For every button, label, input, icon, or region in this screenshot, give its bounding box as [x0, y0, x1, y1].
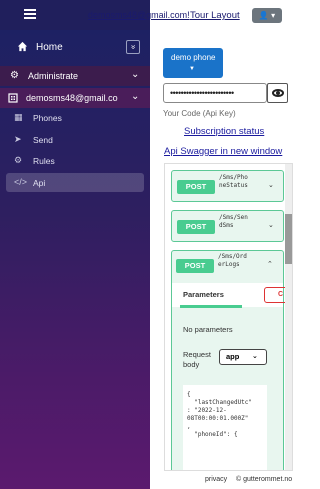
api-swagger-link[interactable]: Api Swagger in new window — [164, 146, 282, 157]
params-header: Parameters C — [172, 283, 288, 308]
chevron-down-icon: ⌄ — [131, 91, 140, 102]
user-menu-button[interactable]: 👤 ▾ — [252, 8, 282, 23]
collapse-sidebar-button[interactable]: » — [126, 40, 140, 54]
account-label: demosms48@gmail.co... — [26, 93, 118, 103]
chevron-down-icon: ⌄ — [131, 69, 140, 80]
chevron-down-icon: ⌄ — [252, 353, 258, 360]
caret-down-icon: ▼ — [189, 66, 195, 72]
chevron-double-down-icon: » — [128, 44, 138, 50]
privacy-link[interactable]: privacy — [205, 476, 227, 483]
sidebar-item-label: Api — [33, 178, 46, 188]
tour-layout-link[interactable]: Tour Layout — [190, 10, 240, 21]
request-body-editor[interactable]: { "lastChangedUtc" : "2022-12- 08T00:00:… — [183, 385, 267, 470]
tab-underline — [180, 305, 242, 308]
content-type-value: app — [226, 352, 240, 361]
gear-icon: ⚙ — [14, 155, 23, 165]
send-icon: ➤ — [14, 134, 22, 144]
home-icon — [17, 41, 28, 52]
sidebar-item-api[interactable]: </> Api — [6, 173, 144, 192]
top-navbar: demosms48@gmail.com! Tour Layout 👤 ▾ — [0, 0, 300, 30]
endpoint-path: /Sms/SendSms — [219, 214, 248, 229]
subscription-status-link[interactable]: Subscription status — [184, 126, 264, 137]
chevron-up-icon: ⌃ — [267, 261, 273, 268]
endpoint-path: /Sms/OrderLogs — [218, 253, 247, 268]
endpoint-path: /Sms/PhoneStatus — [219, 174, 248, 189]
sidebar-item-label: Send — [33, 135, 53, 145]
sidebar-home[interactable]: Home » — [0, 35, 150, 61]
sidebar-item-label: Rules — [33, 156, 55, 166]
no-parameters-text: No parameters — [183, 325, 233, 334]
endpoint-row[interactable]: POST /Sms/PhoneStatus ⌄ — [171, 170, 284, 202]
sidebar-item-account[interactable]: demosms48@gmail.co... ⌄ — [0, 88, 150, 108]
content-type-select[interactable]: app ⌄ — [219, 349, 267, 365]
request-body-label: Request body — [183, 350, 211, 369]
method-badge: POST — [177, 180, 215, 194]
api-key-field[interactable]: •••••••••••••••••••••••• — [163, 83, 267, 103]
grid-icon: ▦ — [14, 112, 23, 122]
sidebar-item-phones[interactable]: ▦ Phones — [6, 108, 144, 127]
chevron-down-icon: ⌄ — [268, 222, 274, 229]
home-label: Home — [36, 42, 63, 53]
sidebar-item-label: Phones — [33, 113, 62, 123]
sidebar-item-rules[interactable]: ⚙ Rules — [6, 151, 144, 170]
eye-pupil — [276, 91, 280, 95]
administrate-label: Administrate — [28, 71, 79, 81]
phone-select-label: demo phone — [171, 53, 216, 62]
endpoint-row[interactable]: POST /Sms/OrderLogs ⌃ — [171, 250, 284, 282]
swagger-frame: POST /Sms/PhoneStatus ⌄ POST /Sms/SendSm… — [164, 163, 293, 471]
hamburger-icon[interactable] — [24, 9, 36, 19]
phone-select-button[interactable]: demo phone ▼ — [163, 48, 223, 78]
sidebar: Home » ⚙ Administrate ⌄ demosms48@gmail.… — [0, 30, 150, 489]
method-badge: POST — [176, 259, 214, 273]
gear-icon: ⚙ — [10, 70, 19, 81]
chevron-down-icon: ⌄ — [268, 182, 274, 189]
expanded-endpoint: POST /Sms/OrderLogs ⌃ Parameters C No pa… — [171, 250, 288, 470]
scrollbar-track[interactable] — [285, 164, 292, 470]
toggle-visibility-button[interactable] — [267, 83, 288, 103]
main-content: demo phone ▼ •••••••••••••••••••••••• Yo… — [150, 30, 300, 489]
api-key-label: Your Code (Api Key) — [163, 109, 236, 118]
code-icon: </> — [14, 177, 28, 187]
tab-parameters[interactable]: Parameters — [183, 290, 224, 299]
scrollbar-thumb[interactable] — [285, 214, 292, 264]
endpoint-row[interactable]: POST /Sms/SendSms ⌄ — [171, 210, 284, 242]
user-email-link[interactable]: demosms48@gmail.com! — [88, 10, 190, 20]
sidebar-item-send[interactable]: ➤ Send — [6, 130, 144, 149]
building-icon — [8, 93, 18, 103]
method-badge: POST — [177, 220, 215, 234]
copyright-text: © gutterommet.no — [236, 476, 293, 483]
sidebar-item-administrate[interactable]: ⚙ Administrate ⌄ — [0, 66, 150, 86]
